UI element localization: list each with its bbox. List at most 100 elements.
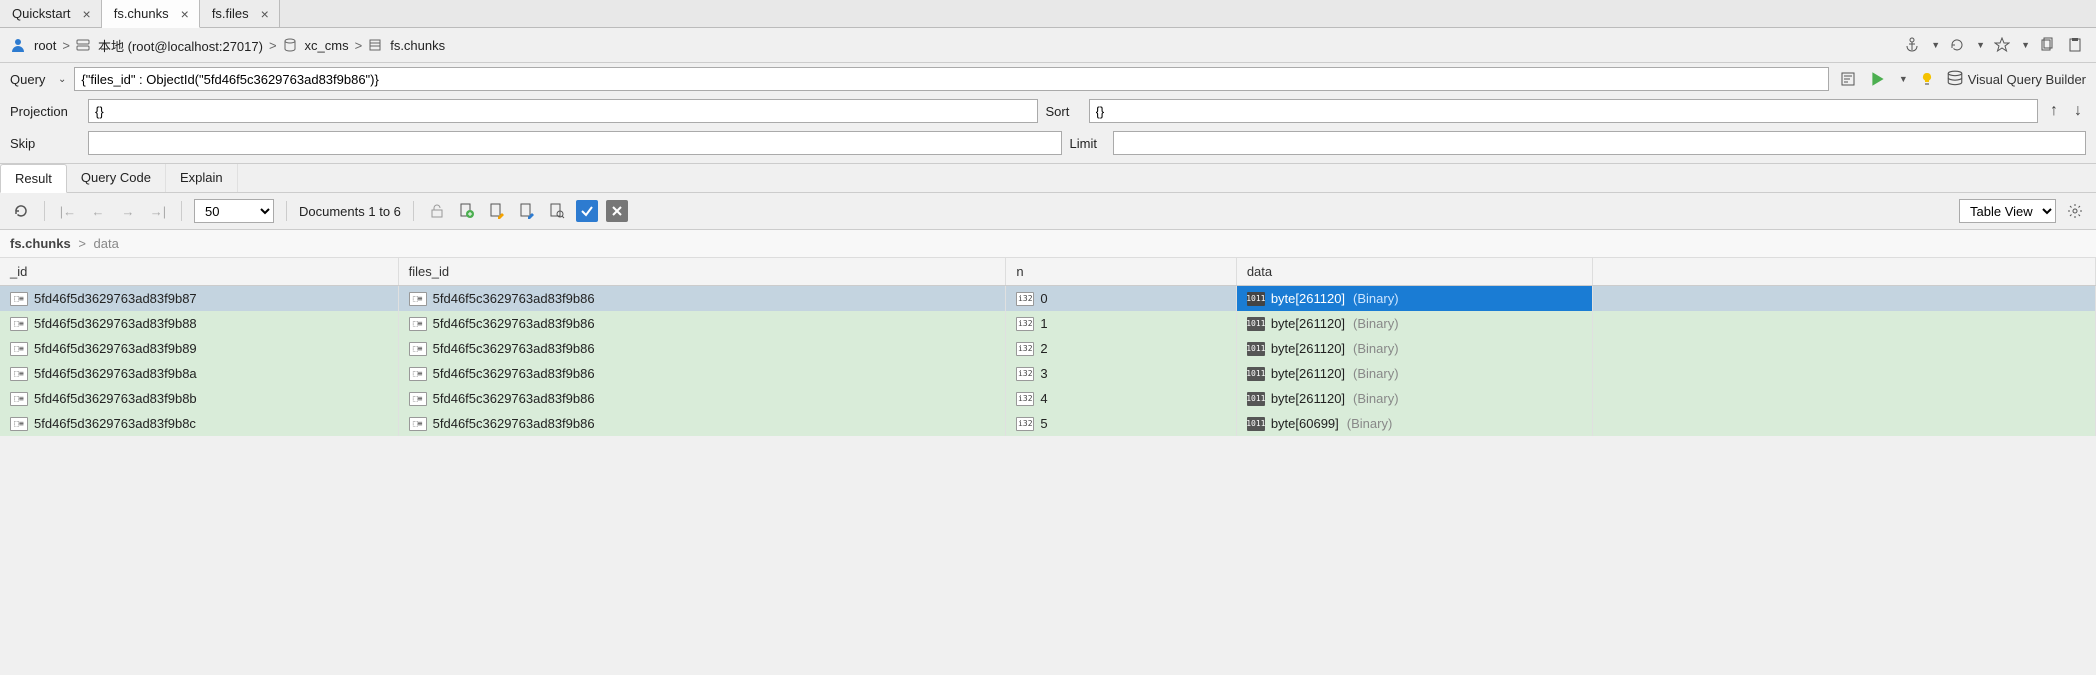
table-cell[interactable]: ⬚≡5fd46f5c3629763ad83f9b86 — [398, 386, 1006, 411]
table-row[interactable]: ⬚≡5fd46f5d3629763ad83f9b8b⬚≡5fd46f5c3629… — [0, 386, 2096, 411]
table-cell[interactable]: i322 — [1006, 336, 1237, 361]
paste-icon[interactable] — [2064, 34, 2086, 56]
table-cell[interactable]: 1011byte[261120](Binary) — [1236, 336, 1592, 361]
tab-label: fs.chunks — [114, 6, 169, 21]
column-header-id[interactable]: _id — [0, 258, 398, 286]
crumb-connection[interactable]: 本地 (root@localhost:27017) — [98, 36, 263, 55]
prev-page-button[interactable]: ← — [87, 200, 109, 222]
sort-asc-button[interactable]: ↑ — [2046, 102, 2062, 120]
table-row[interactable]: ⬚≡5fd46f5d3629763ad83f9b87⬚≡5fd46f5c3629… — [0, 286, 2096, 312]
crumb-database[interactable]: xc_cms — [305, 38, 349, 53]
view-document-icon[interactable] — [546, 200, 568, 222]
table-cell[interactable]: 1011byte[261120](Binary) — [1236, 286, 1592, 312]
cell-value: 5fd46f5d3629763ad83f9b8b — [34, 391, 197, 406]
query-input[interactable] — [74, 67, 1828, 91]
table-crumb-main[interactable]: fs.chunks — [10, 236, 71, 251]
table-cell[interactable]: ⬚≡5fd46f5c3629763ad83f9b86 — [398, 286, 1006, 312]
table-cell[interactable]: 1011byte[261120](Binary) — [1236, 311, 1592, 336]
crumb-root[interactable]: root — [34, 38, 56, 53]
table-cell[interactable]: ⬚≡5fd46f5c3629763ad83f9b86 — [398, 411, 1006, 436]
close-icon[interactable]: × — [179, 7, 191, 21]
history-icon[interactable] — [1946, 34, 1968, 56]
table-cell[interactable]: ⬚≡5fd46f5d3629763ad83f9b8a — [0, 361, 398, 386]
table-row[interactable]: ⬚≡5fd46f5d3629763ad83f9b89⬚≡5fd46f5c3629… — [0, 336, 2096, 361]
crumb-collection[interactable]: fs.chunks — [390, 38, 445, 53]
sort-desc-button[interactable]: ↓ — [2070, 102, 2086, 120]
copy-icon[interactable] — [2036, 34, 2058, 56]
check-button[interactable] — [576, 200, 598, 222]
table-cell[interactable]: ⬚≡5fd46f5d3629763ad83f9b87 — [0, 286, 398, 312]
chevron-right-icon: > — [269, 38, 277, 53]
query-dropdown-toggle[interactable]: ⌄ — [58, 74, 66, 85]
close-icon[interactable]: × — [81, 7, 93, 21]
settings-icon[interactable] — [2064, 200, 2086, 222]
table-cell[interactable]: i321 — [1006, 311, 1237, 336]
last-page-button[interactable]: →| — [147, 200, 169, 222]
chevron-down-icon[interactable]: ▼ — [2021, 40, 2030, 50]
add-document-icon[interactable] — [456, 200, 478, 222]
table-breadcrumb: fs.chunks > data — [0, 230, 2096, 258]
table-crumb-sub[interactable]: data — [94, 236, 119, 251]
limit-input[interactable] — [1113, 131, 2087, 155]
tab-fs-files[interactable]: fs.files × — [200, 0, 280, 27]
lock-icon[interactable] — [426, 200, 448, 222]
type-icon: i32 — [1016, 342, 1034, 356]
cell-value: byte[261120] — [1271, 366, 1345, 381]
tab-explain[interactable]: Explain — [166, 164, 238, 192]
query-options-icon[interactable] — [1837, 68, 1859, 90]
column-header-data[interactable]: data — [1236, 258, 1592, 286]
table-cell[interactable]: 1011byte[60699](Binary) — [1236, 411, 1592, 436]
close-icon[interactable]: × — [259, 7, 271, 21]
tab-quickstart[interactable]: Quickstart × — [0, 0, 102, 27]
table-cell-empty — [1593, 361, 2096, 386]
table-cell[interactable]: ⬚≡5fd46f5d3629763ad83f9b88 — [0, 311, 398, 336]
star-icon[interactable] — [1991, 34, 2013, 56]
edit-document-icon[interactable] — [486, 200, 508, 222]
tab-result[interactable]: Result — [0, 164, 67, 193]
results-table: _id files_id n data ⬚≡5fd46f5d3629763ad8… — [0, 258, 2096, 436]
table-row[interactable]: ⬚≡5fd46f5d3629763ad83f9b88⬚≡5fd46f5c3629… — [0, 311, 2096, 336]
visual-query-builder-button[interactable]: Visual Query Builder — [1946, 70, 2086, 88]
chevron-down-icon[interactable]: ▼ — [1931, 40, 1940, 50]
next-page-button[interactable]: → — [117, 200, 139, 222]
tab-fs-chunks[interactable]: fs.chunks × — [102, 0, 200, 28]
table-cell[interactable]: i324 — [1006, 386, 1237, 411]
separator — [181, 201, 182, 221]
table-cell[interactable]: ⬚≡5fd46f5c3629763ad83f9b86 — [398, 336, 1006, 361]
chevron-down-icon[interactable]: ▼ — [1899, 74, 1908, 84]
cell-value: 5fd46f5c3629763ad83f9b86 — [433, 391, 595, 406]
hint-icon[interactable] — [1916, 68, 1938, 90]
separator — [286, 201, 287, 221]
first-page-button[interactable]: |← — [57, 200, 79, 222]
vqb-label: Visual Query Builder — [1968, 72, 2086, 87]
table-row[interactable]: ⬚≡5fd46f5d3629763ad83f9b8a⬚≡5fd46f5c3629… — [0, 361, 2096, 386]
page-size-select[interactable]: 50 — [194, 199, 274, 223]
column-header-files-id[interactable]: files_id — [398, 258, 1006, 286]
cancel-button[interactable] — [606, 200, 628, 222]
table-cell[interactable]: i325 — [1006, 411, 1237, 436]
sort-input[interactable] — [1089, 99, 2039, 123]
tab-query-code[interactable]: Query Code — [67, 164, 166, 192]
table-cell[interactable]: ⬚≡5fd46f5d3629763ad83f9b8c — [0, 411, 398, 436]
cell-value: 5fd46f5d3629763ad83f9b8c — [34, 416, 196, 431]
anchor-icon[interactable] — [1901, 34, 1923, 56]
table-cell[interactable]: ⬚≡5fd46f5c3629763ad83f9b86 — [398, 311, 1006, 336]
table-cell[interactable]: ⬚≡5fd46f5d3629763ad83f9b8b — [0, 386, 398, 411]
projection-input[interactable] — [88, 99, 1038, 123]
run-query-button[interactable] — [1867, 68, 1889, 90]
table-row[interactable]: ⬚≡5fd46f5d3629763ad83f9b8c⬚≡5fd46f5c3629… — [0, 411, 2096, 436]
column-header-n[interactable]: n — [1006, 258, 1237, 286]
table-cell[interactable]: ⬚≡5fd46f5c3629763ad83f9b86 — [398, 361, 1006, 386]
chevron-right-icon: > — [62, 38, 70, 53]
skip-input[interactable] — [88, 131, 1062, 155]
refresh-button[interactable] — [10, 200, 32, 222]
view-mode-select[interactable]: Table View — [1959, 199, 2056, 223]
chevron-down-icon[interactable]: ▼ — [1976, 40, 1985, 50]
table-cell[interactable]: 1011byte[261120](Binary) — [1236, 386, 1592, 411]
table-cell[interactable]: i320 — [1006, 286, 1237, 312]
table-cell[interactable]: i323 — [1006, 361, 1237, 386]
update-document-icon[interactable] — [516, 200, 538, 222]
table-cell[interactable]: 1011byte[261120](Binary) — [1236, 361, 1592, 386]
type-icon: i32 — [1016, 367, 1034, 381]
table-cell[interactable]: ⬚≡5fd46f5d3629763ad83f9b89 — [0, 336, 398, 361]
